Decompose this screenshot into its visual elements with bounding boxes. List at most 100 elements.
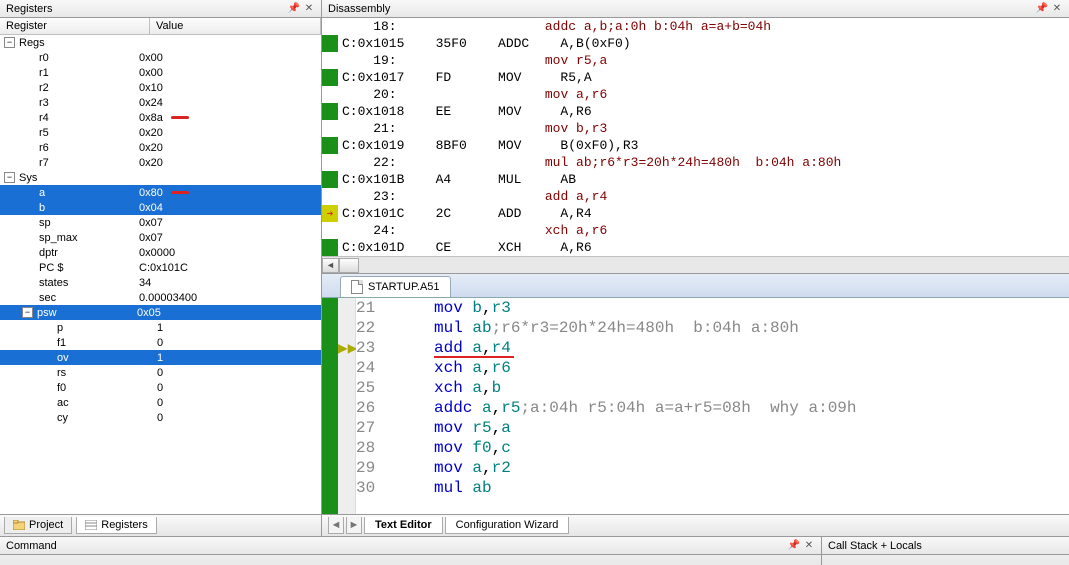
register-name: r1 <box>39 67 139 79</box>
breakpoint-gutter <box>322 239 338 256</box>
disasm-row[interactable]: C:0x101D CE XCH A,R6 <box>322 239 1069 256</box>
tab-config-wizard[interactable]: Configuration Wizard <box>445 517 570 534</box>
register-row[interactable]: ⋯ov1 <box>0 350 321 365</box>
register-row[interactable]: ⋯PC $C:0x101C <box>0 260 321 275</box>
close-icon[interactable]: ✕ <box>303 3 315 15</box>
register-row[interactable]: −psw0x05 <box>0 305 321 320</box>
tab-nav-next[interactable]: ► <box>346 517 362 534</box>
code-line[interactable]: mul ab;r6*r3=20h*24h=480h b:04h a:80h <box>434 318 1069 338</box>
collapse-icon[interactable]: − <box>22 307 33 318</box>
register-row[interactable]: ⋯f10 <box>0 335 321 350</box>
register-name: f1 <box>57 337 157 349</box>
register-name: r2 <box>39 82 139 94</box>
tab-nav-prev[interactable]: ◄ <box>328 517 344 534</box>
disasm-row[interactable]: C:0x101B A4 MUL AB <box>322 171 1069 188</box>
close-icon[interactable]: ✕ <box>1051 3 1063 15</box>
register-row[interactable]: ⋯r40x8a <box>0 110 321 125</box>
register-row[interactable]: ⋯cy0 <box>0 410 321 425</box>
register-row[interactable]: −Sys <box>0 170 321 185</box>
register-row[interactable]: ⋯r70x20 <box>0 155 321 170</box>
line-number: 24 <box>356 358 398 378</box>
code-line[interactable]: mov a,r2 <box>434 458 1069 478</box>
disasm-row[interactable]: 19: mov r5,a <box>322 52 1069 69</box>
register-row[interactable]: ⋯f00 <box>0 380 321 395</box>
register-row[interactable]: ⋯ac0 <box>0 395 321 410</box>
tab-registers[interactable]: Registers <box>76 517 156 534</box>
col-value[interactable]: Value <box>150 18 321 34</box>
command-pane-title: Command 📌 ✕ <box>0 537 821 555</box>
register-row[interactable]: ⋯sec0.00003400 <box>0 290 321 305</box>
register-row[interactable]: ⋯a0x80 <box>0 185 321 200</box>
gutter <box>322 222 338 239</box>
close-icon[interactable]: ✕ <box>803 540 815 552</box>
disassembly-title: Disassembly <box>328 3 390 15</box>
register-row[interactable]: ⋯dptr0x0000 <box>0 245 321 260</box>
code-line[interactable]: addc a,r5;a:04h r5:04h a=a+r5=08h why a:… <box>434 398 1069 418</box>
code-line[interactable]: mov f0,c <box>434 438 1069 458</box>
collapse-icon[interactable]: − <box>4 37 15 48</box>
register-row[interactable]: ⋯r30x24 <box>0 95 321 110</box>
disassembly-listing[interactable]: 18: addc a,b;a:0h b:04h a=a+b=04hC:0x101… <box>322 18 1069 256</box>
disasm-row[interactable]: 22: mul ab;r6*r3=20h*24h=480h b:04h a:80… <box>322 154 1069 171</box>
disasm-row[interactable]: C:0x1017 FD MOV R5,A <box>322 69 1069 86</box>
disasm-row[interactable]: C:0x1018 EE MOV A,R6 <box>322 103 1069 120</box>
disasm-row[interactable]: 18: addc a,b;a:0h b:04h a=a+b=04h <box>322 18 1069 35</box>
register-value: 0x8a <box>139 112 163 124</box>
disasm-hscroll[interactable]: ◄ <box>322 256 1069 273</box>
register-row[interactable]: ⋯r10x00 <box>0 65 321 80</box>
register-row[interactable]: ⋯b0x04 <box>0 200 321 215</box>
project-icon <box>13 520 25 530</box>
code-line[interactable]: add a,r4 <box>434 338 1069 358</box>
register-value: 0.00003400 <box>139 292 197 304</box>
code-line[interactable]: xch a,r6 <box>434 358 1069 378</box>
disasm-row[interactable]: 20: mov a,r6 <box>322 86 1069 103</box>
register-name: f0 <box>57 382 157 394</box>
code-line[interactable]: xch a,b <box>434 378 1069 398</box>
register-row[interactable]: ⋯p1 <box>0 320 321 335</box>
tab-text-editor[interactable]: Text Editor <box>364 517 443 534</box>
register-value: 0 <box>157 382 163 394</box>
disasm-row[interactable]: ➔C:0x101C 2C ADD A,R4 <box>322 205 1069 222</box>
register-row[interactable]: ⋯states34 <box>0 275 321 290</box>
col-register[interactable]: Register <box>0 18 150 34</box>
editor-tabs: STARTUP.A51 <box>322 274 1069 298</box>
code-line[interactable]: mul ab <box>434 478 1069 498</box>
disasm-row[interactable]: 23: add a,r4 <box>322 188 1069 205</box>
register-row[interactable]: ⋯r60x20 <box>0 140 321 155</box>
register-columns: Register Value <box>0 18 321 35</box>
line-number: 26 <box>356 398 398 418</box>
register-row[interactable]: ⋯r00x00 <box>0 50 321 65</box>
register-name: sp_max <box>39 232 139 244</box>
register-row[interactable]: ⋯sp_max0x07 <box>0 230 321 245</box>
tab-project[interactable]: Project <box>4 517 72 534</box>
register-value: 0 <box>157 397 163 409</box>
register-name: states <box>39 277 139 289</box>
pin-icon[interactable]: 📌 <box>1036 3 1048 15</box>
register-name: b <box>39 202 139 214</box>
line-number: 27 <box>356 418 398 438</box>
editor-tab-startup[interactable]: STARTUP.A51 <box>340 276 451 297</box>
disasm-row[interactable]: 21: mov b,r3 <box>322 120 1069 137</box>
disasm-row[interactable]: 24: xch a,r6 <box>322 222 1069 239</box>
register-row[interactable]: ⋯r50x20 <box>0 125 321 140</box>
disasm-row[interactable]: C:0x1019 8BF0 MOV B(0xF0),R3 <box>322 137 1069 154</box>
register-row[interactable]: ⋯sp0x07 <box>0 215 321 230</box>
register-tree[interactable]: −Regs⋯r00x00⋯r10x00⋯r20x10⋯r30x24⋯r40x8a… <box>0 35 321 514</box>
register-row[interactable]: ⋯r20x10 <box>0 80 321 95</box>
code-line[interactable]: mov b,r3 <box>434 298 1069 318</box>
scroll-thumb[interactable] <box>339 258 359 273</box>
register-row[interactable]: −Regs <box>0 35 321 50</box>
register-value: 0x00 <box>139 52 163 64</box>
gutter <box>322 188 338 205</box>
disassembly-pane-title: Disassembly 📌 ✕ <box>322 0 1069 18</box>
editor-bottom-tabs: ◄ ► Text Editor Configuration Wizard <box>322 514 1069 536</box>
editor-body[interactable]: ▶▶ 21222324252627282930 mov b,r3mul ab;r… <box>322 298 1069 514</box>
collapse-icon[interactable]: − <box>4 172 15 183</box>
code-line[interactable]: mov r5,a <box>434 418 1069 438</box>
pin-icon[interactable]: 📌 <box>788 540 800 552</box>
error-underline <box>434 356 514 358</box>
pin-icon[interactable]: 📌 <box>288 3 300 15</box>
scroll-left-icon[interactable]: ◄ <box>322 258 339 273</box>
register-row[interactable]: ⋯rs0 <box>0 365 321 380</box>
disasm-row[interactable]: C:0x1015 35F0 ADDC A,B(0xF0) <box>322 35 1069 52</box>
